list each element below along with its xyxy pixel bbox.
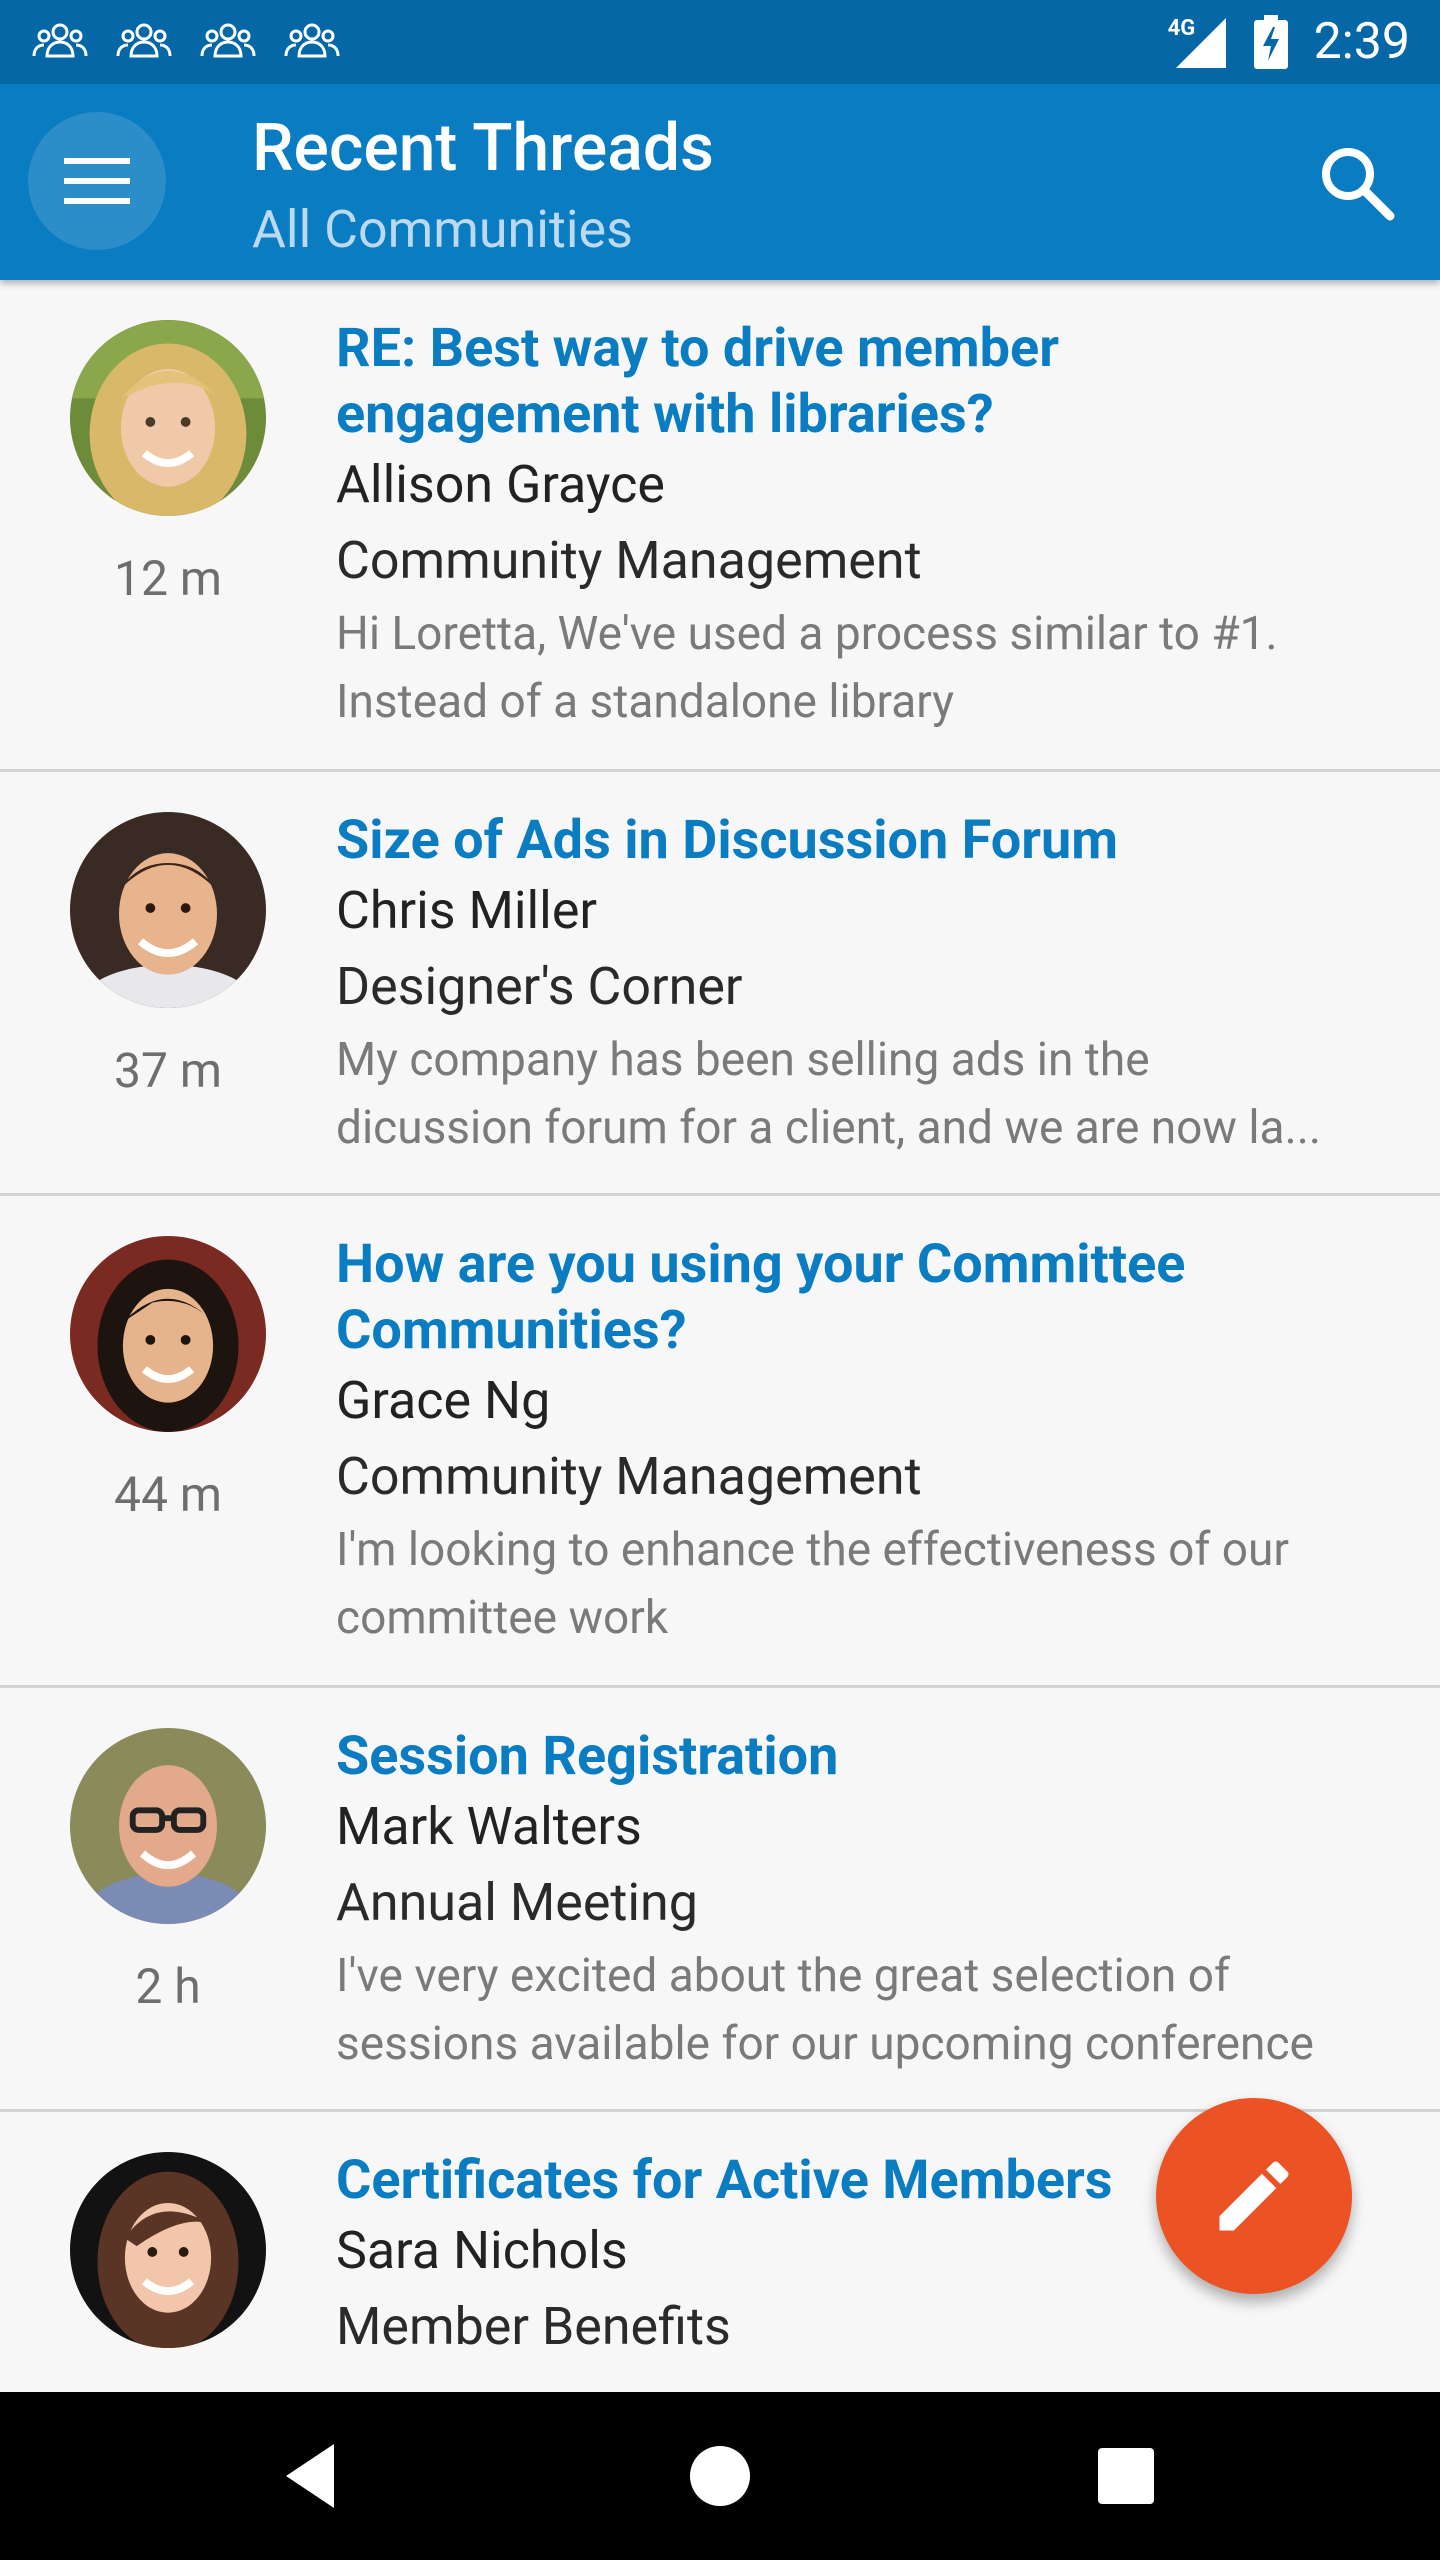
compose-button[interactable] (1156, 2098, 1352, 2294)
menu-button[interactable] (28, 112, 166, 250)
thread-snippet-line: dicussion forum for a client, and we are… (336, 1101, 1321, 1155)
thread-time: 12 m (114, 550, 222, 607)
thread-author: Grace Ng (336, 1370, 551, 1431)
thread-community: Community Management (336, 1446, 922, 1507)
battery-charging-icon (1253, 15, 1288, 69)
thread-snippet: I'm looking to enhance the effectiveness… (336, 1523, 1289, 1645)
notification-icons (32, 18, 340, 64)
thread-snippet: Hi Loretta, We've used a process similar… (336, 607, 1278, 729)
thread-author: Allison Grayce (336, 454, 665, 515)
avatar[interactable] (70, 1728, 266, 1924)
thread-community: Annual Meeting (336, 1872, 698, 1933)
avatar[interactable] (70, 1236, 266, 1432)
thread-time: 44 m (114, 1466, 222, 1523)
status-bar: 4G 2:39 (0, 0, 1440, 84)
thread-author: Chris Miller (336, 880, 598, 941)
thread-snippet: I've very excited about the great select… (336, 1949, 1314, 2071)
search-icon[interactable] (1316, 142, 1396, 222)
thread-snippet: My company has been selling ads in the d… (336, 1026, 1370, 1162)
community-icon (32, 23, 88, 58)
thread-item[interactable]: 37 m Size of Ads in Discussion Forum Chr… (0, 772, 1440, 1196)
thread-title[interactable]: Session Registration (336, 1724, 1370, 1790)
app-bar: Recent Threads All Communities (0, 84, 1440, 280)
community-icon (116, 23, 172, 58)
hamburger-menu-icon (64, 158, 130, 204)
thread-author: Mark Walters (336, 1796, 642, 1857)
thread-title[interactable]: Size of Ads in Discussion Forum (336, 808, 1370, 874)
cell-signal-icon: 4G (1168, 14, 1228, 70)
thread-item[interactable]: 2 h Session Registration Mark Walters An… (0, 1688, 1440, 2112)
community-icon (200, 23, 256, 58)
thread-list: 12 m RE: Best way to drive member engage… (0, 280, 1440, 2392)
avatar[interactable] (70, 812, 266, 1008)
recents-icon[interactable] (1084, 2434, 1168, 2518)
avatar[interactable] (70, 2152, 266, 2348)
thread-community: Designer's Corner (336, 956, 743, 1017)
thread-item[interactable]: 44 m How are you using your Committee Co… (0, 1196, 1440, 1688)
community-filter-subtitle[interactable]: All Communities (252, 196, 633, 264)
back-icon[interactable] (272, 2434, 356, 2518)
thread-time: 37 m (114, 1042, 222, 1099)
status-indicators: 4G 2:39 (1168, 10, 1410, 74)
pencil-icon (1219, 2161, 1289, 2231)
thread-title[interactable]: How are you using your Committee Communi… (336, 1232, 1370, 1364)
thread-item[interactable]: 12 m RE: Best way to drive member engage… (0, 280, 1440, 772)
page-title: Recent Threads (252, 110, 714, 187)
community-icon (284, 23, 340, 58)
thread-title[interactable]: RE: Best way to drive member engagement … (336, 316, 1370, 448)
status-time: 2:39 (1313, 13, 1410, 71)
home-icon[interactable] (678, 2434, 762, 2518)
thread-community: Community Management (336, 530, 922, 591)
thread-time: 2 h (135, 1958, 201, 2015)
thread-community: Member Benefits (336, 2296, 731, 2357)
avatar[interactable] (70, 320, 266, 516)
thread-snippet-line: My company has been selling ads in the (336, 1033, 1150, 1087)
system-navigation-bar (0, 2392, 1440, 2560)
